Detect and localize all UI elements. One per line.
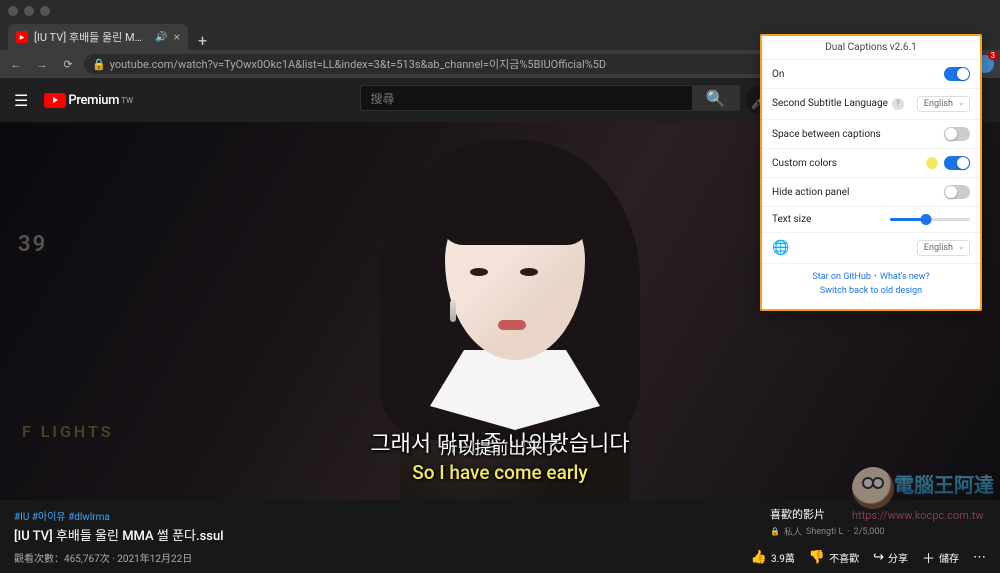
search-box: 搜尋 🔍	[360, 85, 740, 115]
url-text: youtube.com/watch?v=TyOwx0Okc1A&list=LL&…	[110, 56, 606, 72]
new-tab-button[interactable]: +	[188, 31, 217, 50]
youtube-logo[interactable]: Premium TW	[44, 93, 133, 108]
globe-icon: 🌐	[772, 240, 789, 256]
view-count: 觀看次數：465,767次 · 2021年12月22日	[14, 550, 192, 565]
nav-reload-icon[interactable]: ⟳	[58, 58, 78, 71]
on-toggle[interactable]	[944, 67, 970, 81]
textsize-slider[interactable]	[890, 218, 970, 221]
popup-title: Dual Captions v2.6.1	[762, 36, 980, 60]
playlist-owner: Shengti L	[806, 527, 843, 537]
playlist-privacy: 私人	[784, 525, 802, 538]
thumbs-down-icon: 👎	[809, 550, 825, 565]
color-swatch[interactable]	[926, 157, 938, 169]
hide-panel-toggle[interactable]	[944, 185, 970, 199]
playlist-panel[interactable]: 喜歡的影片 🔒 私人 Shengti L · 2/5,000	[760, 500, 1000, 550]
space-toggle[interactable]	[944, 127, 970, 141]
save-icon: ＋	[922, 548, 935, 567]
youtube-favicon-icon	[16, 31, 28, 43]
colors-label: Custom colors	[772, 158, 837, 169]
tab-close-icon[interactable]: ×	[174, 30, 180, 44]
whatsnew-link[interactable]: What's new?	[880, 272, 930, 282]
youtube-region: TW	[121, 96, 133, 105]
dual-captions-popup: Dual Captions v2.6.1 On Second Subtitle …	[760, 34, 982, 311]
second-lang-select[interactable]: English	[917, 96, 970, 112]
tab-title: [IU TV] 후배들 울린 MMA 썰	[34, 29, 149, 45]
hamburger-menu-icon[interactable]: ☰	[14, 91, 28, 110]
youtube-play-icon	[44, 93, 66, 108]
github-link[interactable]: Star on GitHub	[812, 272, 871, 282]
caption-english: So I have come early	[0, 461, 1000, 484]
playlist-title: 喜歡的影片	[770, 506, 990, 522]
old-design-link[interactable]: Switch back to old design	[820, 286, 922, 296]
dislike-button[interactable]: 👎不喜歡	[809, 550, 859, 565]
search-button[interactable]: 🔍	[692, 85, 740, 111]
caption-chinese: 所以提前出来了	[0, 434, 1000, 459]
textsize-label: Text size	[772, 214, 811, 225]
second-lang-label: Second Subtitle Language?	[772, 98, 904, 110]
more-icon: ⋯	[973, 550, 986, 565]
colors-toggle[interactable]	[944, 156, 970, 170]
more-actions-button[interactable]: ⋯	[973, 550, 986, 565]
browser-tab-active[interactable]: [IU TV] 후배들 울린 MMA 썰 🔊 ×	[8, 24, 188, 50]
popup-links: Star on GitHub•What's new? Switch back t…	[762, 264, 980, 309]
save-button[interactable]: ＋儲存	[922, 548, 959, 567]
lock-icon: 🔒	[92, 58, 106, 71]
search-input[interactable]: 搜尋	[360, 85, 692, 111]
tab-audio-icon[interactable]: 🔊	[155, 32, 167, 43]
thumbs-up-icon: 👍	[751, 550, 767, 565]
lock-icon: 🔒	[770, 527, 780, 536]
playlist-progress: 2/5,000	[854, 527, 885, 537]
youtube-brand: Premium	[68, 93, 119, 108]
captions-overlay: 그래서 미리 좀 나와봤습니다 所以提前出来了 So I have come e…	[0, 426, 1000, 484]
on-label: On	[772, 69, 784, 80]
nav-back-icon[interactable]: ←	[6, 58, 26, 71]
space-label: Space between captions	[772, 129, 881, 140]
url-field[interactable]: 🔒 youtube.com/watch?v=TyOwx0Okc1A&list=L…	[84, 54, 833, 74]
help-icon[interactable]: ?	[892, 98, 904, 110]
share-icon: ↪	[873, 550, 884, 565]
nav-forward-icon[interactable]: →	[32, 58, 52, 71]
ui-lang-select[interactable]: English	[917, 240, 970, 256]
like-button[interactable]: 👍3.9萬	[751, 550, 795, 565]
traffic-lights[interactable]	[8, 6, 50, 16]
search-icon: 🔍	[706, 89, 726, 108]
hide-panel-label: Hide action panel	[772, 187, 849, 198]
window-titlebar	[0, 0, 1000, 22]
share-button[interactable]: ↪分享	[873, 550, 908, 565]
background-number: 39	[18, 232, 47, 257]
